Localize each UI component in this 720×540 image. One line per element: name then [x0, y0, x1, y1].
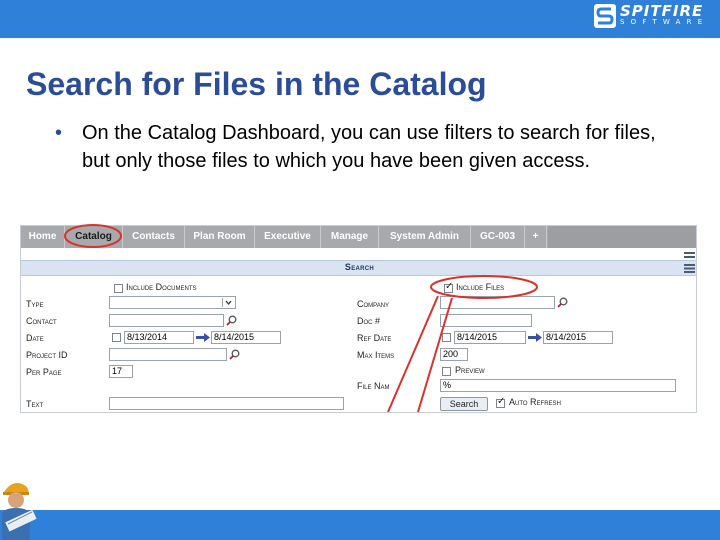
preview-label: Preview: [455, 365, 485, 375]
company-label: Company: [357, 299, 390, 309]
bottom-bar: [0, 510, 720, 540]
text-field[interactable]: [109, 397, 344, 410]
logo-subtitle: SOFTWARE: [620, 18, 709, 26]
date-from-field[interactable]: 8/13/2014: [124, 331, 194, 344]
chevron-down-icon: [222, 298, 232, 307]
preview-checkbox[interactable]: [442, 367, 451, 376]
date-to-field[interactable]: 8/14/2015: [211, 331, 281, 344]
ref-date-to-field[interactable]: 8/14/2015: [543, 331, 613, 344]
include-documents-label: Include Documents: [126, 282, 197, 292]
per-page-label: Per Page: [26, 367, 62, 377]
max-items-field[interactable]: 200: [440, 348, 468, 361]
project-id-field[interactable]: [109, 348, 227, 361]
search-button[interactable]: Search: [440, 397, 488, 411]
search-icon[interactable]: [226, 315, 237, 326]
doc-number-label: Doc #: [357, 316, 381, 326]
tab-catalog[interactable]: Catalog: [65, 226, 123, 248]
date-label: Date: [26, 333, 44, 343]
max-items-label: Max Items: [357, 350, 395, 360]
tab-gc-003[interactable]: GC-003: [471, 226, 525, 248]
bullet-marker: •: [55, 122, 63, 144]
tab-plan-room[interactable]: Plan Room: [185, 226, 255, 248]
search-icon[interactable]: [229, 349, 240, 360]
tab-contacts[interactable]: Contacts: [123, 226, 185, 248]
slide-title: Search for Files in the Catalog: [26, 66, 487, 102]
contact-label: Contact: [26, 316, 57, 326]
construction-worker-icon: [2, 483, 37, 540]
search-icon[interactable]: [557, 297, 568, 308]
ref-date-from-field[interactable]: 8/14/2015: [454, 331, 526, 344]
ref-date-label: Ref Date: [357, 333, 392, 343]
include-documents-checkbox[interactable]: [114, 284, 123, 293]
search-section-title: Search: [344, 262, 375, 272]
search-section-header: Search: [21, 260, 696, 276]
text-label: Text: [26, 399, 44, 409]
nav-empty-area: [548, 226, 696, 248]
tab-executive[interactable]: Executive: [255, 226, 321, 248]
auto-refresh-label: Auto Refresh: [509, 397, 561, 407]
arrow-right-icon: [196, 333, 210, 342]
include-files-label: Include Files: [456, 282, 505, 292]
type-label: Type: [26, 299, 44, 309]
contact-field[interactable]: [109, 314, 224, 327]
hamburger-icon[interactable]: [684, 264, 695, 273]
spitfire-logo: SPITFIRE SOFTWARE: [594, 2, 716, 34]
top-bar: SPITFIRE SOFTWARE: [0, 0, 720, 38]
per-page-field[interactable]: 17: [109, 365, 133, 378]
spitfire-logo-icon: [594, 4, 616, 28]
doc-number-field[interactable]: [440, 314, 532, 327]
include-files-checkbox[interactable]: [444, 281, 453, 293]
tab-system-admin[interactable]: System Admin: [379, 226, 471, 248]
date-checkbox[interactable]: [112, 333, 121, 342]
project-id-label: Project ID: [26, 350, 68, 360]
bullet-text: On the Catalog Dashboard, you can use fi…: [82, 122, 656, 172]
company-field[interactable]: [440, 296, 555, 309]
tab-home[interactable]: Home: [21, 226, 65, 248]
type-select[interactable]: [109, 296, 236, 309]
arrow-right-icon: [528, 333, 542, 342]
catalog-screenshot: Home Catalog Contacts Plan Room Executiv…: [20, 225, 697, 413]
file-name-label: File Nam: [357, 381, 390, 391]
ref-date-checkbox[interactable]: [442, 333, 451, 342]
main-nav: Home Catalog Contacts Plan Room Executiv…: [21, 226, 696, 248]
tab-manage[interactable]: Manage: [321, 226, 379, 248]
file-name-field[interactable]: %: [440, 379, 676, 392]
auto-refresh-checkbox[interactable]: [496, 396, 505, 408]
tab-add[interactable]: +: [525, 226, 547, 248]
